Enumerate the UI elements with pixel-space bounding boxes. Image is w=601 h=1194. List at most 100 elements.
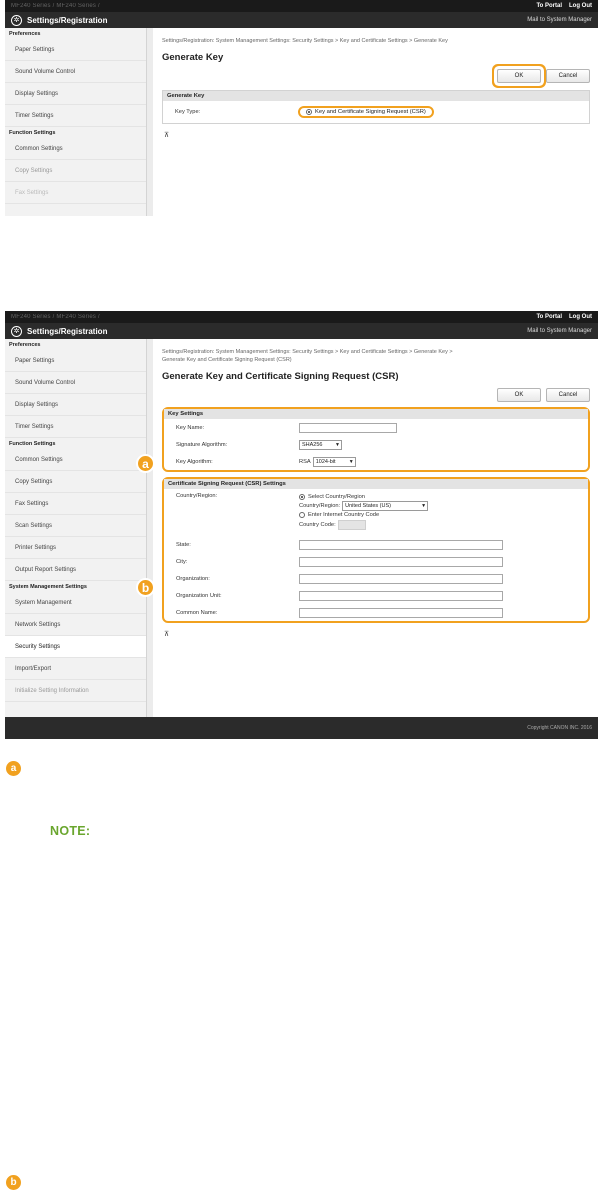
- radio-selected-icon[interactable]: [306, 109, 312, 115]
- page-title: Generate Key: [162, 52, 224, 63]
- enter-code-radio[interactable]: [299, 512, 305, 518]
- chevron-down-icon: ▼: [348, 458, 354, 465]
- app-title: Settings/Registration: [27, 15, 108, 25]
- country-region-select[interactable]: United States (US) ▼: [342, 501, 429, 511]
- main-content: Settings/Registration: System Management…: [153, 28, 598, 216]
- key-type-label: Key Type:: [175, 109, 201, 115]
- generate-key-screenshot: MF240 Series / MF240 Series / To Portal …: [5, 0, 598, 216]
- breadcrumb-line: Generate Key and Certificate Signing Req…: [162, 357, 292, 363]
- signature-algorithm-label: Signature Algorithm:: [176, 441, 228, 448]
- country-code-label: Country Code:: [299, 521, 336, 528]
- city-input[interactable]: [299, 556, 503, 567]
- back-to-top-icon[interactable]: ⊼: [164, 630, 590, 638]
- key-name-label: Key Name:: [176, 424, 205, 431]
- generate-key-csr-screenshot: MF240 Series / MF240 Series / To Portal …: [5, 311, 598, 739]
- gear-circle-icon: ✲: [11, 14, 22, 26]
- callout-a-badge: a: [136, 454, 155, 473]
- chevron-down-icon: ▼: [335, 441, 340, 448]
- select-country-radio[interactable]: [299, 494, 305, 500]
- to-portal-link[interactable]: To Portal: [536, 3, 562, 9]
- sidebar-item-system-management[interactable]: System Management: [5, 592, 146, 614]
- sidebar-item-common-settings[interactable]: Common Settings: [5, 449, 146, 471]
- organization-unit-input[interactable]: [299, 590, 503, 601]
- mail-to-system-manager-link[interactable]: Mail to System Manager: [527, 17, 592, 23]
- sidebar-item-copy-settings[interactable]: Copy Settings: [5, 160, 146, 182]
- key-length-select[interactable]: 1024-bit ▼: [312, 456, 356, 467]
- product-crumb: MF240 Series / MF240 Series /: [11, 314, 100, 320]
- page-title: Generate Key and Certificate Signing Req…: [162, 371, 399, 382]
- state-input[interactable]: [299, 539, 503, 550]
- key-algorithm-prefix: RSA: [299, 458, 311, 465]
- copyright-footer: Copyright CANON INC. 2016: [5, 717, 598, 739]
- sidebar-heading-preferences: Preferences: [9, 31, 41, 37]
- main-content: Settings/Registration: System Management…: [153, 339, 598, 717]
- ok-button[interactable]: OK: [497, 388, 541, 402]
- generate-key-section: Generate Key Key Type: Key and Certifica…: [162, 90, 590, 124]
- sidebar-item-output-report-settings[interactable]: Output Report Settings: [5, 559, 146, 581]
- section-a-marker: a: [6, 761, 21, 776]
- cancel-button[interactable]: Cancel: [546, 388, 590, 402]
- sidebar: Preferences Paper Settings Sound Volume Co…: [5, 28, 147, 216]
- breadcrumb: Settings/Registration: System Management…: [162, 348, 590, 364]
- sidebar-item-scan-settings[interactable]: Scan Settings: [5, 515, 146, 537]
- sidebar-item-common-settings[interactable]: Common Settings: [5, 138, 146, 160]
- sidebar-heading-function-settings: Function Settings: [9, 130, 56, 136]
- sidebar-item-network-settings[interactable]: Network Settings: [5, 614, 146, 636]
- key-settings-title: Key Settings: [164, 409, 588, 419]
- sidebar-item-paper-settings[interactable]: Paper Settings: [5, 39, 146, 61]
- country-region-value: United States (US): [345, 503, 391, 509]
- key-settings-section: Key Settings Key Name: Signature Algorit…: [164, 409, 588, 470]
- sidebar-item-initialize-setting-information[interactable]: Initialize Setting Information: [5, 680, 146, 702]
- sidebar: Preferences Paper Settings Sound Volume Co…: [5, 339, 147, 717]
- key-length-value: 1024-bit: [315, 458, 336, 465]
- sidebar-item-timer-settings[interactable]: Timer Settings: [5, 105, 146, 127]
- key-type-radio-option[interactable]: Key and Certificate Signing Request (CSR…: [298, 106, 434, 118]
- organization-label: Organization:: [176, 575, 210, 582]
- organization-input[interactable]: [299, 573, 503, 584]
- app-title: Settings/Registration: [27, 326, 108, 336]
- key-name-input[interactable]: [299, 422, 397, 433]
- breadcrumb: Settings/Registration: System Management…: [162, 38, 448, 44]
- csr-settings-highlight: Certificate Signing Request (CSR) Settin…: [162, 477, 590, 623]
- sidebar-item-import-export[interactable]: Import/Export: [5, 658, 146, 680]
- note-label: NOTE:: [50, 824, 91, 838]
- breadcrumb-line: Settings/Registration: System Management…: [162, 349, 453, 355]
- organization-unit-label: Organization Unit:: [176, 592, 222, 599]
- sidebar-heading-function-settings: Function Settings: [9, 441, 56, 447]
- sidebar-item-sound-volume-control[interactable]: Sound Volume Control: [5, 61, 146, 83]
- sidebar-item-copy-settings[interactable]: Copy Settings: [5, 471, 146, 493]
- sidebar-item-paper-settings[interactable]: Paper Settings: [5, 350, 146, 372]
- signature-algorithm-value: SHA256: [302, 441, 323, 448]
- ok-button[interactable]: OK: [497, 69, 541, 83]
- sidebar-item-display-settings[interactable]: Display Settings: [5, 394, 146, 416]
- csr-settings-section: Certificate Signing Request (CSR) Settin…: [164, 479, 588, 621]
- sidebar-item-fax-settings[interactable]: Fax Settings: [5, 493, 146, 515]
- callout-b-badge: b: [136, 578, 155, 597]
- city-label: City:: [176, 558, 188, 565]
- back-to-top-icon[interactable]: ⊼: [164, 131, 590, 139]
- title-bar: ✲ Settings/Registration Mail to System M…: [5, 12, 598, 28]
- log-out-link[interactable]: Log Out: [569, 3, 592, 9]
- chevron-down-icon: ▼: [421, 503, 427, 509]
- sidebar-item-timer-settings[interactable]: Timer Settings: [5, 416, 146, 438]
- title-bar: ✲ Settings/Registration Mail to System M…: [5, 323, 598, 339]
- country-sub-label: Country/Region:: [299, 503, 341, 509]
- cancel-button[interactable]: Cancel: [546, 69, 590, 83]
- country-region-label: Country/Region:: [176, 493, 218, 499]
- sidebar-heading-preferences: Preferences: [9, 342, 41, 348]
- country-code-input[interactable]: [337, 519, 366, 530]
- common-name-input[interactable]: [299, 607, 503, 618]
- csr-settings-title: Certificate Signing Request (CSR) Settin…: [164, 479, 588, 489]
- sidebar-item-fax-settings[interactable]: Fax Settings: [5, 182, 146, 204]
- key-settings-highlight: Key Settings Key Name: Signature Algorit…: [162, 407, 590, 472]
- signature-algorithm-select[interactable]: SHA256 ▼: [299, 439, 342, 450]
- mail-to-system-manager-link[interactable]: Mail to System Manager: [527, 328, 592, 334]
- to-portal-link[interactable]: To Portal: [536, 314, 562, 320]
- sidebar-item-sound-volume-control[interactable]: Sound Volume Control: [5, 372, 146, 394]
- log-out-link[interactable]: Log Out: [569, 314, 592, 320]
- section-b-marker: b: [6, 1175, 21, 1190]
- sidebar-item-printer-settings[interactable]: Printer Settings: [5, 537, 146, 559]
- sidebar-item-display-settings[interactable]: Display Settings: [5, 83, 146, 105]
- sidebar-heading-system-management-settings: System Management Settings: [9, 584, 87, 590]
- sidebar-item-security-settings[interactable]: Security Settings: [5, 636, 146, 658]
